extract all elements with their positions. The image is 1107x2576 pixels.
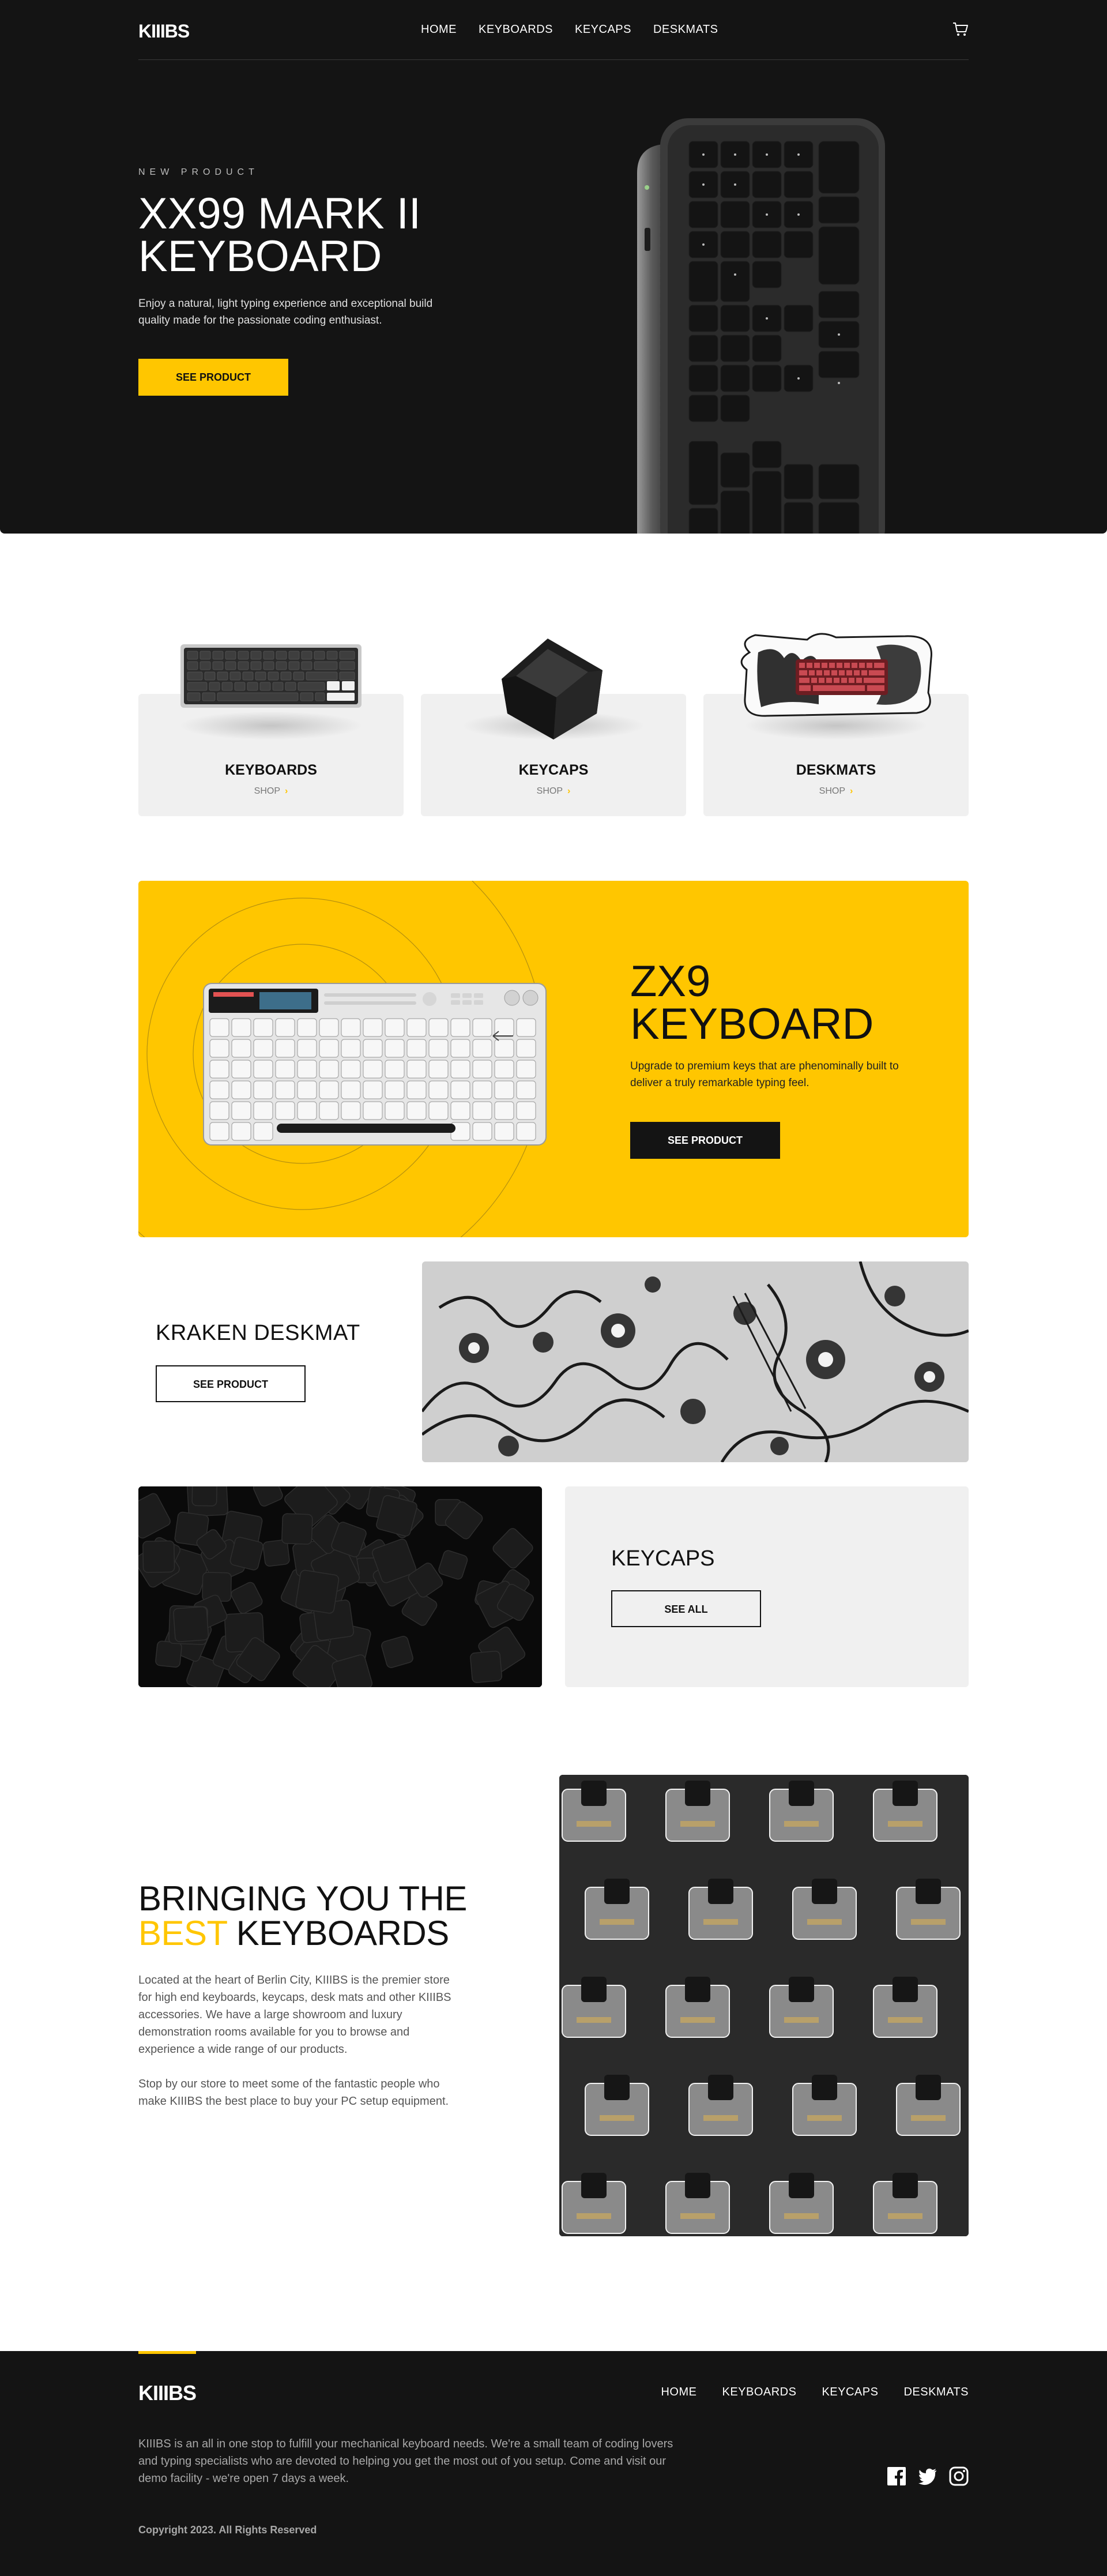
about-title-rest: KEYBOARDS bbox=[227, 1914, 449, 1952]
hero-see-product-button[interactable]: SEE PRODUCT bbox=[138, 359, 288, 396]
keycap-product-image bbox=[502, 639, 603, 739]
category-shop-link[interactable]: SHOP › bbox=[703, 786, 969, 797]
footer-accent-bar bbox=[138, 2351, 196, 2354]
category-cards: KEYBOARDS SHOP › KEYCAPS SHOP › DESKMATS… bbox=[138, 632, 969, 816]
zx9-promo-banner: ZX9 KEYBOARD Upgrade to premium keys tha… bbox=[138, 881, 969, 1237]
deskmat-product-image bbox=[740, 633, 932, 717]
logo[interactable]: KIIIBS bbox=[138, 21, 190, 42]
zx9-keyboard-image bbox=[203, 983, 547, 1146]
footer-link-keyboards[interactable]: KEYBOARDS bbox=[722, 2386, 796, 2399]
category-shop-link[interactable]: SHOP › bbox=[138, 786, 404, 797]
hero-keyboard-image bbox=[637, 118, 885, 534]
nav-link-keycaps[interactable]: KEYCAPS bbox=[575, 23, 631, 36]
instagram-icon[interactable] bbox=[949, 2466, 969, 2486]
footer-description: KIIIBS is an all in one stop to fulfill … bbox=[138, 2438, 673, 2485]
promo-see-product-button[interactable]: SEE PRODUCT bbox=[630, 1122, 780, 1159]
keyboard-product-image bbox=[180, 644, 362, 708]
promo-title-line2: KEYBOARD bbox=[630, 1000, 874, 1049]
promo-title-line1: ZX9 bbox=[630, 957, 711, 1006]
chevron-right-icon: › bbox=[285, 786, 288, 796]
about-title-line1: BRINGING YOU THE bbox=[138, 1879, 467, 1918]
hero-title-line1: XX99 MARK II bbox=[138, 189, 421, 238]
keycaps-see-all-button[interactable]: SEE ALL bbox=[611, 1590, 761, 1627]
category-name: KEYBOARDS bbox=[225, 762, 317, 778]
social-links bbox=[887, 2466, 969, 2486]
promo-title: ZX9 KEYBOARD bbox=[630, 960, 873, 1046]
hero-title-line2: KEYBOARD bbox=[138, 232, 382, 281]
nav-link-keyboards[interactable]: KEYBOARDS bbox=[479, 23, 553, 36]
twitter-icon[interactable] bbox=[918, 2466, 937, 2486]
hero-section: KIIIBS HOME KEYBOARDS KEYCAPS DESKMATS N… bbox=[0, 0, 1107, 534]
hero-copy: NEW PRODUCT XX99 MARK II KEYBOARD Enjoy … bbox=[138, 167, 450, 396]
kraken-deskmat-title: KRAKEN DESKMAT bbox=[156, 1321, 360, 1345]
chevron-right-icon: › bbox=[567, 786, 571, 796]
promo-description: Upgrade to premium keys that are phenomi… bbox=[630, 1060, 899, 1089]
facebook-icon[interactable] bbox=[887, 2466, 906, 2486]
hero-title: XX99 MARK II KEYBOARD bbox=[138, 192, 450, 281]
about-paragraph-2: Stop by our store to meet some of the fa… bbox=[138, 2078, 449, 2108]
category-shop-link[interactable]: SHOP › bbox=[421, 786, 686, 797]
about-title-best: BEST bbox=[138, 1914, 227, 1952]
footer-logo[interactable]: KIIIBS bbox=[138, 2381, 197, 2405]
nav-links: HOME KEYBOARDS KEYCAPS DESKMATS bbox=[421, 23, 718, 36]
copyright: Copyright 2023. All Rights Reserved bbox=[138, 2524, 317, 2536]
kraken-see-product-button[interactable]: SEE PRODUCT bbox=[156, 1365, 306, 1402]
about-title: BRINGING YOU THE BEST KEYBOARDS bbox=[138, 1882, 467, 1951]
footer-link-deskmats[interactable]: DESKMATS bbox=[903, 2386, 969, 2399]
footer-link-keycaps[interactable]: KEYCAPS bbox=[822, 2386, 878, 2399]
switches-image bbox=[559, 1775, 969, 2236]
chevron-right-icon: › bbox=[850, 786, 853, 796]
nav-link-deskmats[interactable]: DESKMATS bbox=[653, 23, 718, 36]
nav-link-home[interactable]: HOME bbox=[421, 23, 457, 36]
footer-nav: HOME KEYBOARDS KEYCAPS DESKMATS bbox=[661, 2386, 969, 2399]
kraken-deskmat-image bbox=[422, 1261, 969, 1462]
cart-icon[interactable] bbox=[952, 22, 969, 37]
category-name: DESKMATS bbox=[796, 762, 876, 778]
about-paragraph-1: Located at the heart of Berlin City, KII… bbox=[138, 1974, 451, 2056]
hero-overline: NEW PRODUCT bbox=[138, 167, 259, 177]
keycaps-image bbox=[138, 1486, 542, 1687]
footer: KIIIBS HOME KEYBOARDS KEYCAPS DESKMATS K… bbox=[0, 2351, 1107, 2576]
top-nav: KIIIBS HOME KEYBOARDS KEYCAPS DESKMATS bbox=[138, 0, 969, 60]
keycaps-panel: KEYCAPS SEE ALL bbox=[565, 1486, 969, 1687]
category-name: KEYCAPS bbox=[518, 762, 589, 778]
page: KIIIBS HOME KEYBOARDS KEYCAPS DESKMATS N… bbox=[0, 0, 1107, 2576]
hero-description: Enjoy a natural, light typing experience… bbox=[138, 298, 433, 326]
keycaps-title: KEYCAPS bbox=[611, 1546, 715, 1571]
footer-link-home[interactable]: HOME bbox=[661, 2386, 696, 2399]
